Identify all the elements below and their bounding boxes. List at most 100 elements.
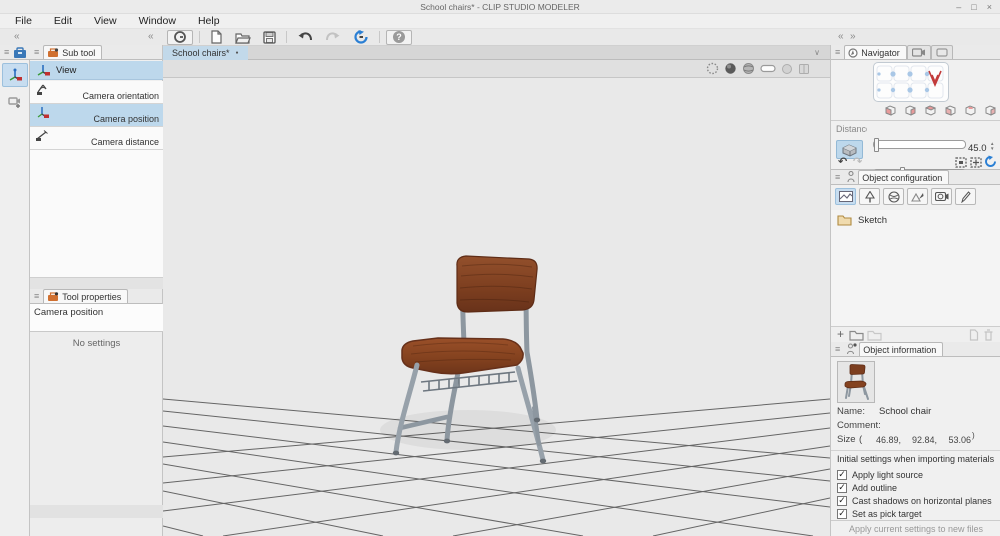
distance-slider-handle[interactable] <box>874 138 879 152</box>
object-tree-item-sketch[interactable]: Sketch <box>837 214 887 226</box>
tool-camera-move[interactable] <box>2 63 28 87</box>
collapse-left-dock-icon[interactable]: « <box>14 29 20 44</box>
view-left-cube-icon[interactable] <box>924 104 937 117</box>
document-tab-label: School chairs* <box>172 48 230 58</box>
camera-angle-pad-grid <box>874 63 948 101</box>
rotate-view-icon <box>353 29 369 45</box>
light-slider-icon[interactable] <box>760 63 776 74</box>
object-information-tab[interactable]: Object information <box>859 342 943 356</box>
apply-settings-button[interactable]: Apply current settings to new files <box>831 520 1000 536</box>
terrain-tool-button[interactable] <box>907 188 928 205</box>
navigator-tab-label: Navigator <box>861 48 900 58</box>
view-back-cube-icon[interactable] <box>904 104 917 117</box>
menu-help[interactable]: Help <box>187 14 231 29</box>
toolbar-separator <box>199 31 200 43</box>
view-top-cube-icon[interactable] <box>964 104 977 117</box>
trash-icon[interactable] <box>983 329 994 341</box>
view-right-cube-icon[interactable] <box>944 104 957 117</box>
new-file-button[interactable] <box>206 30 227 45</box>
checkbox[interactable]: ✓ <box>837 509 847 519</box>
view-bottom-cube-icon[interactable] <box>984 104 997 117</box>
toolbox-icon[interactable] <box>13 47 27 58</box>
subtool-tab[interactable]: Sub tool <box>43 45 102 59</box>
distance-slider[interactable] <box>873 140 966 149</box>
checkbox-cast-shadows[interactable]: ✓ Cast shadows on horizontal planes <box>837 494 997 507</box>
document-tab[interactable]: School chairs* ● <box>163 46 248 60</box>
add-object-icon[interactable]: + <box>837 327 844 342</box>
menu-window[interactable]: Window <box>128 14 187 29</box>
tool-properties-scrollbar[interactable] <box>30 505 163 518</box>
checkbox[interactable]: ✓ <box>837 496 847 506</box>
tree-tool-button[interactable] <box>859 188 880 205</box>
subtool-group-view[interactable]: View <box>30 61 163 80</box>
reset-rotation-button[interactable] <box>349 30 373 45</box>
navigator-camera-tab[interactable] <box>907 45 931 59</box>
save-button[interactable] <box>259 30 280 45</box>
redo-button[interactable] <box>321 30 345 45</box>
maximize-button[interactable]: □ <box>971 0 976 14</box>
tool-strip-header: ≡ <box>0 45 30 60</box>
wireframe-sphere-icon[interactable] <box>706 62 719 75</box>
subtool-item-camera-distance[interactable]: Camera distance <box>30 127 163 150</box>
checkbox-set-pick-target[interactable]: ✓ Set as pick target <box>837 507 997 520</box>
object-configuration-panel: ≡ Object configuration <box>831 170 1000 342</box>
menu-file[interactable]: File <box>4 14 43 29</box>
open-file-button[interactable] <box>231 30 255 45</box>
panel-menu-icon[interactable]: ≡ <box>0 45 13 59</box>
duplicate-icon[interactable] <box>969 329 979 341</box>
checkbox-apply-light-source[interactable]: ✓ Apply light source <box>837 468 997 481</box>
material-tool-button[interactable] <box>883 188 904 205</box>
tool-properties-tab[interactable]: Tool properties <box>43 289 128 303</box>
undo-view-button[interactable]: ↶ <box>838 155 847 168</box>
undo-button[interactable] <box>293 30 317 45</box>
import-folder-disabled-icon[interactable] <box>867 330 882 341</box>
subtool-item-camera-orientation[interactable]: Camera orientation <box>30 81 163 104</box>
tab-list-dropdown-icon[interactable]: ∨ <box>814 46 820 59</box>
sketch-tool-button[interactable] <box>835 188 856 205</box>
collapse-left-dock-icon2[interactable]: « <box>148 29 154 44</box>
subtool-item-camera-position[interactable]: Camera position <box>30 104 163 127</box>
panel-menu-icon[interactable]: ≡ <box>30 45 43 59</box>
environment-book-icon[interactable] <box>798 63 810 75</box>
fit-selection-icon[interactable] <box>955 157 967 168</box>
object-configuration-tab[interactable]: Object configuration <box>858 170 949 184</box>
clip-studio-logo-button[interactable] <box>167 30 193 45</box>
subtool-panel: ≡ Sub tool View <box>30 45 163 289</box>
shaded-sphere-icon[interactable] <box>724 62 737 75</box>
camera-tool-button[interactable] <box>931 188 952 205</box>
spinner-down-icon[interactable]: ▼ <box>990 146 994 151</box>
redo-view-button[interactable]: ↷ <box>853 155 862 168</box>
camera-angle-pad[interactable] <box>873 62 949 102</box>
checkbox[interactable]: ✓ <box>837 470 847 480</box>
expand-right-dock-icon[interactable]: » <box>850 29 856 44</box>
pen-tool-button[interactable] <box>955 188 976 205</box>
ambient-circle-icon[interactable] <box>781 63 793 75</box>
angle-spinner[interactable]: ▲ ▼ <box>990 141 994 151</box>
object-thumbnail[interactable] <box>837 361 875 403</box>
reset-view-icon[interactable] <box>984 155 997 168</box>
angle-value[interactable]: 45.0 <box>968 143 987 154</box>
panel-menu-icon[interactable]: ≡ <box>831 45 844 59</box>
view-group-icon <box>36 63 51 77</box>
close-button[interactable]: × <box>987 0 992 14</box>
minimize-button[interactable]: – <box>956 0 961 14</box>
current-tool-name: Camera position <box>30 304 163 332</box>
textured-sphere-icon[interactable] <box>742 62 755 75</box>
viewport-3d[interactable] <box>163 78 830 536</box>
collapse-right-dock-icon[interactable]: « <box>838 29 844 44</box>
navigator-tab[interactable]: Navigator <box>844 45 907 59</box>
subtool-scrollbar[interactable] <box>30 278 163 289</box>
panel-menu-icon[interactable]: ≡ <box>30 289 43 303</box>
checkbox[interactable]: ✓ <box>837 483 847 493</box>
menu-view[interactable]: View <box>83 14 128 29</box>
fit-all-icon[interactable] <box>970 157 982 168</box>
view-front-cube-icon[interactable] <box>884 104 897 117</box>
help-button[interactable]: ? <box>386 30 412 45</box>
checkbox-add-outline[interactable]: ✓ Add outline <box>837 481 997 494</box>
panel-menu-icon[interactable]: ≡ <box>831 342 844 356</box>
tool-camera-add[interactable] <box>2 89 28 113</box>
panel-menu-icon[interactable]: ≡ <box>831 170 844 184</box>
navigator-display-tab[interactable] <box>931 45 953 59</box>
menu-edit[interactable]: Edit <box>43 14 83 29</box>
import-folder-icon[interactable] <box>849 330 864 341</box>
